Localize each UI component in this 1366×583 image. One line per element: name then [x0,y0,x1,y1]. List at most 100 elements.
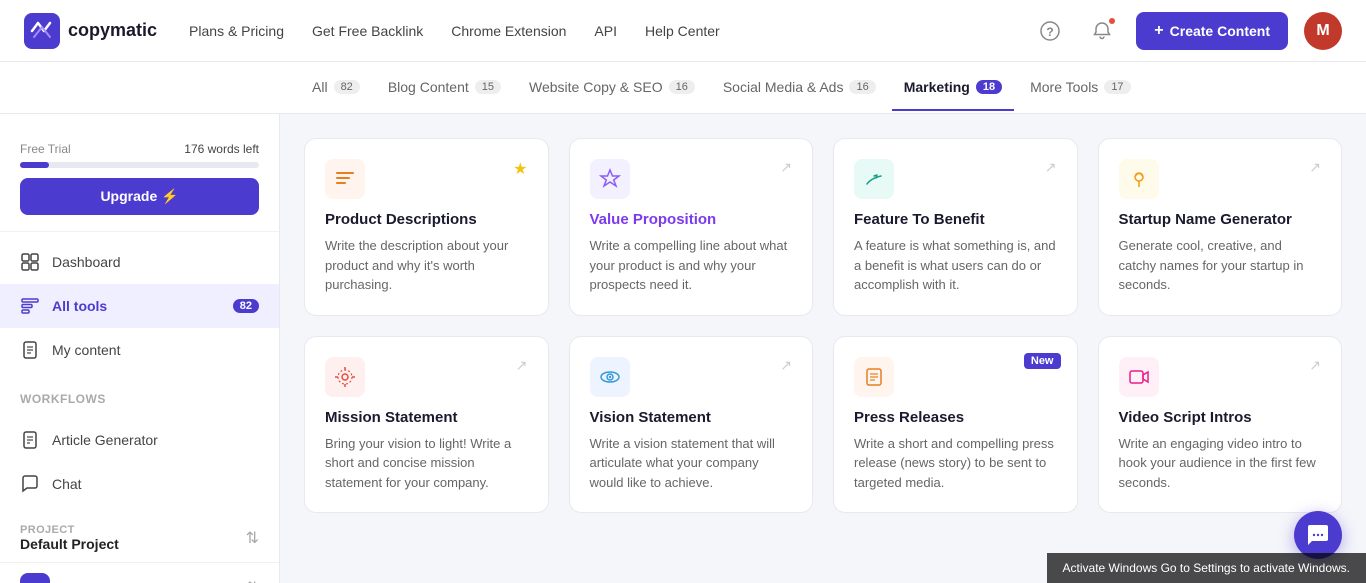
nav-plans-pricing[interactable]: Plans & Pricing [189,23,284,39]
tab-website-badge: 16 [669,80,695,94]
trial-header: Free Trial 176 words left [20,142,259,156]
workflows-nav: Article Generator Chat [0,410,279,514]
workspace-chevron-icon: ⇅ [246,578,259,583]
sidebar-item-dashboard[interactable]: Dashboard [0,240,279,284]
notifications-btn[interactable] [1084,13,1120,49]
tab-marketing[interactable]: Marketing 18 [892,65,1014,111]
sidebar-item-my-content[interactable]: My content [0,328,279,372]
card-desc: Write an engaging video intro to hook yo… [1119,434,1322,493]
project-box[interactable]: PROJECT Default Project ⇅ [0,514,279,562]
nav-api[interactable]: API [594,23,617,39]
content-icon [20,340,40,360]
card-title: Feature To Benefit [854,211,1057,228]
card-top: ↗ [590,159,793,199]
logo[interactable]: copymatic [24,13,157,49]
arrow-icon: ↗ [780,159,792,176]
workspace-avatar: PW [20,573,50,583]
card-title: Product Descriptions [325,211,528,228]
press-releases-icon [854,357,894,397]
workspace-box[interactable]: PW Personal Workspace ⇅ [0,562,279,583]
card-title: Video Script Intros [1119,409,1322,426]
help-icon-btn[interactable]: ? [1032,13,1068,49]
card-top: New [854,357,1057,397]
card-top: ↗ [1119,159,1322,199]
card-title: Mission Statement [325,409,528,426]
trial-box: Free Trial 176 words left Upgrade ⚡ [0,130,279,232]
tab-marketing-badge: 18 [976,80,1002,94]
cards-grid: ★ Product Descriptions Write the descrip… [304,138,1342,513]
sidebar-item-all-tools[interactable]: All tools 82 [0,284,279,328]
card-press-releases[interactable]: New Press Releases Write a short and com… [833,336,1078,514]
tabs-bar: All 82 Blog Content 15 Website Copy & SE… [0,62,1366,114]
card-top: ★ [325,159,528,199]
card-desc: Write the description about your product… [325,236,528,295]
card-startup-name-generator[interactable]: ↗ Startup Name Generator Generate cool, … [1098,138,1343,316]
arrow-icon: ↗ [1309,159,1321,176]
card-desc: Write a short and compelling press relea… [854,434,1057,493]
sidebar-nav: Dashboard All tools 82 My content [0,232,279,380]
card-mission-statement[interactable]: ↗ Mission Statement Bring your vision to… [304,336,549,514]
tab-blog-content[interactable]: Blog Content 15 [376,65,513,111]
card-top: ↗ [325,357,528,397]
card-vision-statement[interactable]: ↗ Vision Statement Write a vision statem… [569,336,814,514]
question-icon: ? [1040,21,1060,41]
main-content: ★ Product Descriptions Write the descrip… [280,114,1366,583]
dashboard-icon [20,252,40,272]
notification-dot [1108,17,1116,25]
tab-social-media[interactable]: Social Media & Ads 16 [711,65,888,111]
tab-more-badge: 17 [1104,80,1130,94]
sidebar-item-article-generator[interactable]: Article Generator [0,418,279,462]
card-desc: Write a compelling line about what your … [590,236,793,295]
video-script-icon [1119,357,1159,397]
card-title: Vision Statement [590,409,793,426]
arrow-icon: ↗ [516,357,528,374]
header: copymatic Plans & Pricing Get Free Backl… [0,0,1366,62]
tab-more-tools[interactable]: More Tools 17 [1018,65,1142,111]
article-icon [20,430,40,450]
card-feature-to-benefit[interactable]: ↗ Feature To Benefit A feature is what s… [833,138,1078,316]
nav-free-backlink[interactable]: Get Free Backlink [312,23,423,39]
card-value-proposition[interactable]: ↗ Value Proposition Write a compelling l… [569,138,814,316]
header-right: ? + Create Content M [1032,12,1342,50]
chat-bubble-button[interactable] [1294,511,1342,559]
feature-to-benefit-icon [854,159,894,199]
mission-statement-icon [325,357,365,397]
card-video-script-intros[interactable]: ↗ Video Script Intros Write an engaging … [1098,336,1343,514]
arrow-icon: ↗ [780,357,792,374]
card-desc: Bring your vision to light! Write a shor… [325,434,528,493]
tab-blog-badge: 15 [475,80,501,94]
nav-help-center[interactable]: Help Center [645,23,720,39]
trial-label: Free Trial [20,142,71,156]
tab-all[interactable]: All 82 [300,65,372,111]
card-top: ↗ [1119,357,1322,397]
vision-statement-icon [590,357,630,397]
all-tools-badge: 82 [233,299,259,313]
workflows-label: Workflows [0,380,279,410]
chat-bubble-icon [1306,523,1330,547]
star-icon: ★ [513,159,527,179]
sidebar: Free Trial 176 words left Upgrade ⚡ Dash… [0,114,280,583]
tab-website-copy[interactable]: Website Copy & SEO 16 [517,65,707,111]
value-proposition-icon [590,159,630,199]
arrow-icon: ↗ [1045,159,1057,176]
sidebar-bottom: PROJECT Default Project ⇅ PW Personal Wo… [0,514,279,583]
card-desc: A feature is what something is, and a be… [854,236,1057,295]
card-desc: Generate cool, creative, and catchy name… [1119,236,1322,295]
card-product-descriptions[interactable]: ★ Product Descriptions Write the descrip… [304,138,549,316]
tab-all-badge: 82 [334,80,360,94]
card-desc: Write a vision statement that will artic… [590,434,793,493]
project-info: PROJECT Default Project [20,524,119,552]
upgrade-button[interactable]: Upgrade ⚡ [20,178,259,215]
avatar[interactable]: M [1304,12,1342,50]
trial-progress-bar [20,162,259,168]
nav-chrome-extension[interactable]: Chrome Extension [451,23,566,39]
startup-name-icon [1119,159,1159,199]
create-content-button[interactable]: + Create Content [1136,12,1288,50]
arrow-icon: ↗ [1309,357,1321,374]
card-title: Startup Name Generator [1119,211,1322,228]
trial-bar-fill [20,162,49,168]
new-badge: New [1024,353,1061,369]
tab-social-badge: 16 [849,80,875,94]
svg-text:?: ? [1047,25,1054,39]
sidebar-item-chat[interactable]: Chat [0,462,279,506]
